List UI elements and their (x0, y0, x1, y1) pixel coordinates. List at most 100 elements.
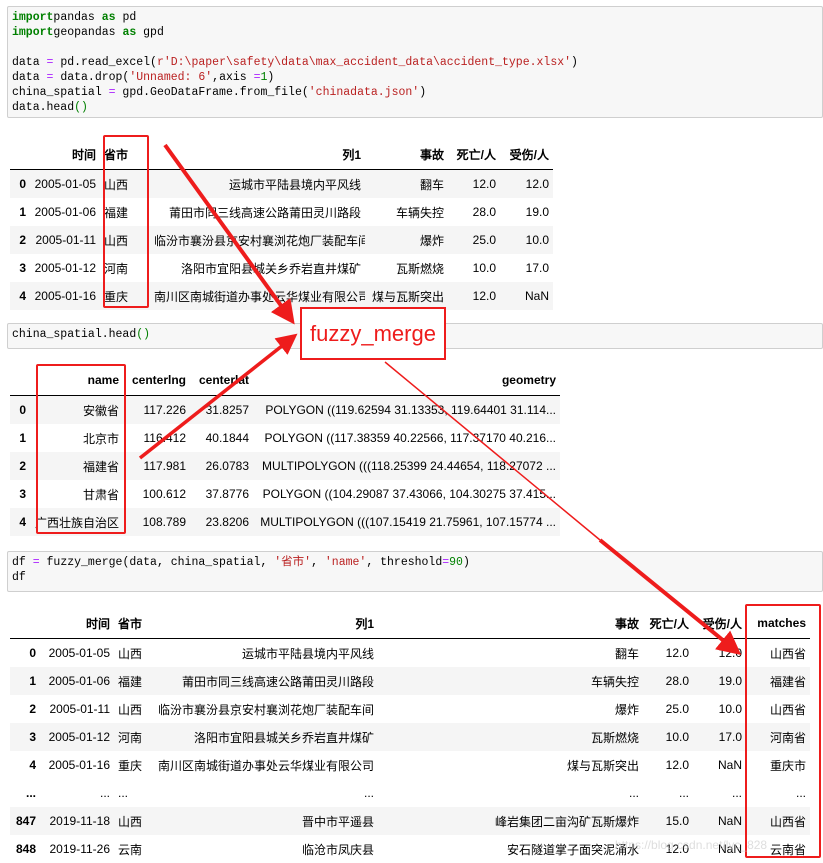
table-cell: ... (678, 786, 689, 800)
code-line: df (12, 570, 818, 585)
table-cell: NaN (524, 289, 549, 303)
table-cell: 100.612 (142, 487, 186, 501)
table-cell: NaN (717, 814, 742, 828)
table-cell: 10.0 (472, 261, 496, 275)
code-token: china_spatial.head (12, 328, 137, 341)
table-cell: 40.1844 (205, 431, 249, 445)
code-token: = (108, 86, 116, 99)
table-cell: 2005-01-11 (35, 233, 97, 247)
table-cell: 车辆失控 (395, 205, 444, 220)
table-cell: 2005-01-05 (34, 177, 96, 191)
table-cell: 37.8776 (205, 487, 249, 501)
code-token: 'Unnamed: 6' (129, 71, 213, 84)
code-token: ) (419, 86, 427, 99)
row-index: 2 (29, 702, 36, 716)
table-cell: 山西 (118, 814, 143, 829)
code-token: as (101, 11, 116, 24)
row-index: 2 (19, 459, 26, 473)
data-head-table: 时间 省市 列1 事故 死亡/人 受伤/人 0 2005-01-05 山西 运城市平陆县境内平风线… (10, 139, 553, 310)
table-cell: 12.0 (472, 177, 496, 191)
table-cell: 23.8206 (205, 515, 249, 529)
table-row: 0 2005-01-05 山西 运城市平陆县境内平风线 翻车 12.0 12.0 (10, 169, 553, 198)
code-line: data = data.drop('Unnamed: 6',axis =1) (12, 70, 818, 85)
table-row: 1 2005-01-06 福建 莆田市同三线高速公路莆田灵川路段 车辆失控 28.0 19.… (10, 667, 810, 695)
table-cell: 10.0 (718, 702, 742, 716)
table-cell: 运城市平陆县境内平风线 (228, 177, 361, 192)
row-index: 1 (19, 431, 26, 445)
code-token: gpd.GeoDataFrame.from_file( (115, 86, 309, 99)
table-cell: 洛阳市宜阳县城关乡乔岩直井煤矿 (193, 730, 374, 745)
row-index: 4 (19, 289, 26, 303)
code-token: = (253, 71, 261, 84)
table-cell: ... (363, 786, 374, 800)
code-token: df (12, 556, 33, 569)
table-cell: ... (628, 786, 639, 800)
watermark: https://blog.csdn.net/lyc_828 (615, 838, 768, 852)
table-cell: 爆炸 (419, 233, 444, 248)
column-header (10, 608, 40, 639)
code-line: importpandas as pd (12, 10, 818, 25)
code-token: ) (571, 56, 578, 69)
table-cell: 2005-01-16 (48, 758, 110, 772)
table-row: 3 2005-01-12 河南 洛阳市宜阳县城关乡乔岩直井煤矿 瓦斯燃烧 10.0 17.0 (10, 254, 553, 282)
table-cell: 山西 (118, 646, 143, 661)
table-cell: 15.0 (665, 814, 689, 828)
table-cell: 2005-01-12 (48, 730, 110, 744)
code-cell-1[interactable]: importpandas as pd importgeopandas as gpd… (7, 6, 823, 118)
table-row: 1 2005-01-06 福建 莆田市同三线高速公路莆田灵川路段 车辆失控 28.0 19.… (10, 198, 553, 226)
code-token: china_spatial (12, 86, 109, 99)
code-token: r'D:\paper\safety\data\max_accident_data… (156, 56, 572, 69)
column-header: 列1 (150, 139, 365, 170)
code-cell-3[interactable]: df = fuzzy_merge(data, china_spatial, '省… (7, 551, 823, 592)
table-cell: 爆炸 (614, 702, 639, 717)
code-token: pd (115, 11, 137, 24)
table-cell: 煤与瓦斯突出 (371, 289, 444, 304)
table-cell: 洛阳市宜阳县城关乡乔岩直井煤矿 (180, 261, 361, 276)
row-index: 3 (29, 730, 36, 744)
table-cell: POLYGON ((117.38359 40.22566, 117.37170 … (264, 431, 556, 445)
table-cell: POLYGON ((119.62594 31.13353, 119.64401 … (265, 403, 556, 417)
table-cell: 116.412 (143, 431, 187, 445)
table-cell: 12.0 (665, 646, 689, 660)
table-row: 2 2005-01-11 山西 临汾市襄汾县京安村襄浏花炮厂装配车间 爆炸 25.0 10.… (10, 695, 810, 723)
table-cell: 运城市平陆县境内平风线 (241, 646, 374, 661)
row-index: 1 (19, 205, 26, 219)
code-token: 'name' (324, 556, 367, 569)
table-cell: 临汾市襄汾县京安村襄浏花炮厂装配车间 (157, 702, 374, 717)
column-header: 时间 (40, 608, 114, 639)
table-cell: 翻车 (614, 646, 639, 661)
table-cell: 2005-01-12 (34, 261, 96, 275)
column-header: 死亡/人 (448, 139, 500, 170)
table-cell: ... (731, 786, 742, 800)
column-header: 事故 (365, 139, 448, 170)
table-cell: 17.0 (525, 261, 549, 275)
table-cell: 31.8257 (205, 403, 249, 417)
table-cell: 117.981 (143, 459, 187, 473)
table-cell: 车辆失控 (590, 674, 639, 689)
code-token: 90 (449, 556, 463, 569)
table-cell: 瓦斯燃烧 (590, 730, 639, 745)
code-token: geopandas (53, 26, 123, 39)
code-token: ) (462, 556, 470, 569)
table-cell: 28.0 (472, 205, 496, 219)
table-cell: 莆田市同三线高速公路莆田灵川路段 (168, 205, 361, 220)
table-cell: 瓦斯燃烧 (395, 261, 444, 276)
code-token: data (12, 71, 47, 84)
code-token: ,axis (212, 71, 254, 84)
table-row: 3 2005-01-12 河南 洛阳市宜阳县城关乡乔岩直井煤矿 瓦斯燃烧 10.0 17.0… (10, 723, 810, 751)
column-header: 受伤/人 (693, 608, 746, 639)
code-line: df = fuzzy_merge(data, china_spatial, '省… (12, 555, 818, 570)
column-header: 死亡/人 (643, 608, 693, 639)
code-token: data.head (12, 101, 75, 114)
table-row: 0 2005-01-05 山西 运城市平陆县境内平风线 翻车 12.0 12.0 山西省 (10, 639, 810, 668)
column-header: 受伤/人 (500, 139, 553, 170)
table-cell: 12.0 (665, 758, 689, 772)
code-token: , (311, 556, 325, 569)
table-cell: 南川区南城街道办事处云华煤业有限公司 (157, 758, 374, 773)
table-cell: 12.0 (525, 177, 549, 191)
table-cell: MULTIPOLYGON (((107.15419 21.75961, 107.… (260, 515, 556, 529)
column-header: centerlat (190, 365, 253, 396)
table-cell: 19.0 (525, 205, 549, 219)
row-index: ... (25, 786, 36, 800)
